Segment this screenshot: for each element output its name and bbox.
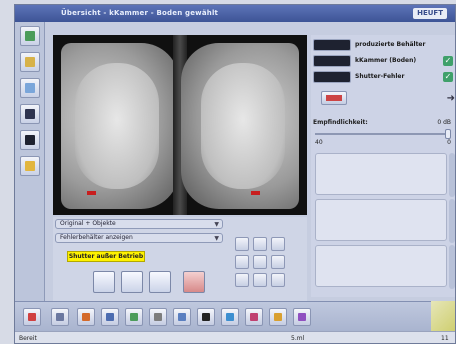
- counter-display: [313, 71, 351, 83]
- arrow-right-icon[interactable]: ➜: [447, 93, 455, 104]
- sensitivity-label: Empfindlichkeit:: [313, 119, 368, 126]
- bottle-left: [61, 43, 179, 209]
- filter-dropdown[interactable]: Fehlerbehälter anzeigen ▼: [55, 233, 223, 243]
- bottle-right: [181, 43, 299, 209]
- app-window: Übersicht - kKammer - Boden gewählt HEUF…: [14, 4, 456, 344]
- camera-icon[interactable]: [197, 308, 215, 326]
- defect-marker: [251, 191, 260, 195]
- defect-marker: [87, 191, 96, 195]
- status-value: 5.ml: [291, 335, 305, 342]
- sparkle-icon[interactable]: [293, 308, 311, 326]
- status-bar: Bereit 5.ml 11: [15, 331, 455, 343]
- bottles-icon[interactable]: [93, 271, 115, 293]
- check-icon[interactable]: ✓: [443, 72, 453, 82]
- chevron-down-icon: ▼: [214, 235, 219, 242]
- dots-icon[interactable]: [235, 273, 249, 287]
- counter-label: Shutter-Fehler: [355, 73, 405, 80]
- inspection-image[interactable]: [53, 35, 307, 215]
- chart-icon[interactable]: [20, 78, 40, 98]
- corner-left-icon[interactable]: [235, 255, 249, 269]
- bottle-right-interior: [201, 63, 285, 189]
- dropdown-value: Fehlerbehälter anzeigen: [60, 234, 133, 241]
- ellipsis-icon[interactable]: [51, 308, 69, 326]
- compare-icon[interactable]: [173, 308, 191, 326]
- draw-icon[interactable]: [271, 255, 285, 269]
- settings-icon[interactable]: [20, 156, 40, 176]
- scrollbar[interactable]: [449, 199, 455, 243]
- sensitivity-slider[interactable]: [315, 129, 451, 139]
- eject-icon[interactable]: [183, 271, 205, 293]
- sensitivity-zero: 0: [447, 139, 451, 146]
- bottle-left-interior: [75, 63, 159, 189]
- status-text: Bereit: [19, 335, 37, 342]
- counter-display: [313, 55, 351, 67]
- chevron-down-icon: ▼: [214, 221, 219, 228]
- result-panel: [315, 245, 447, 287]
- pencil-icon[interactable]: [23, 308, 41, 326]
- camera-icon[interactable]: [271, 237, 285, 251]
- edit-icon: [326, 95, 342, 101]
- corner-right-icon[interactable]: [253, 255, 267, 269]
- trend-icon[interactable]: [77, 308, 95, 326]
- view-dropdown[interactable]: Original + Objekte ▼: [55, 219, 223, 229]
- title-bar: Übersicht - kKammer - Boden gewählt HEUF…: [15, 5, 455, 22]
- result-panel: [315, 153, 447, 195]
- counter-label: produzierte Behälter: [355, 41, 426, 48]
- sensitivity-min: 40: [315, 139, 323, 146]
- edit-icon[interactable]: [245, 308, 263, 326]
- edit-button[interactable]: [321, 91, 347, 105]
- sample-icon[interactable]: [253, 237, 267, 251]
- bottle-icon[interactable]: [20, 52, 40, 72]
- status-badge: Shutter außer Betrieb: [67, 251, 145, 262]
- bottle-detail-icon[interactable]: [149, 271, 171, 293]
- zoom-icon[interactable]: [121, 271, 143, 293]
- slider-handle[interactable]: [445, 129, 451, 139]
- status-count: 11: [441, 335, 449, 342]
- scrollbar[interactable]: [449, 245, 455, 289]
- key-icon[interactable]: [269, 308, 287, 326]
- bottom-toolbar: [15, 301, 455, 331]
- brand-logo: HEUFT: [413, 8, 447, 19]
- counter-kammer: kKammer (Boden) ✓: [311, 55, 455, 67]
- sensitivity-max: 0 dB: [437, 119, 451, 126]
- counter-shutter: Shutter-Fehler ✓: [311, 71, 455, 83]
- wave-icon[interactable]: [101, 308, 119, 326]
- counter-produced: produzierte Behälter: [311, 39, 455, 51]
- tools-icon[interactable]: [149, 308, 167, 326]
- controls-area: Original + Objekte ▼ Fehlerbehälter anze…: [53, 217, 307, 301]
- right-panel: produzierte Behälter kKammer (Boden) ✓ S…: [311, 35, 455, 297]
- camera-icon[interactable]: [20, 130, 40, 150]
- window-title: Übersicht - kKammer - Boden gewählt: [61, 9, 219, 17]
- page-curl-icon[interactable]: [431, 301, 455, 331]
- counter-display: [313, 39, 351, 51]
- chart-icon[interactable]: [271, 273, 285, 287]
- scrollbar[interactable]: [449, 153, 455, 197]
- move-icon[interactable]: [221, 308, 239, 326]
- dropdown-value: Original + Objekte: [60, 220, 116, 227]
- tools-icon[interactable]: [125, 308, 143, 326]
- counter-label: kKammer (Boden): [355, 57, 417, 64]
- check-icon[interactable]: ✓: [443, 56, 453, 66]
- sidebar: [15, 22, 45, 302]
- grid-icon[interactable]: [20, 26, 40, 46]
- grid-icon[interactable]: [235, 237, 249, 251]
- search-icon[interactable]: [253, 273, 267, 287]
- list-icon[interactable]: [20, 104, 40, 124]
- result-panel: [315, 199, 447, 241]
